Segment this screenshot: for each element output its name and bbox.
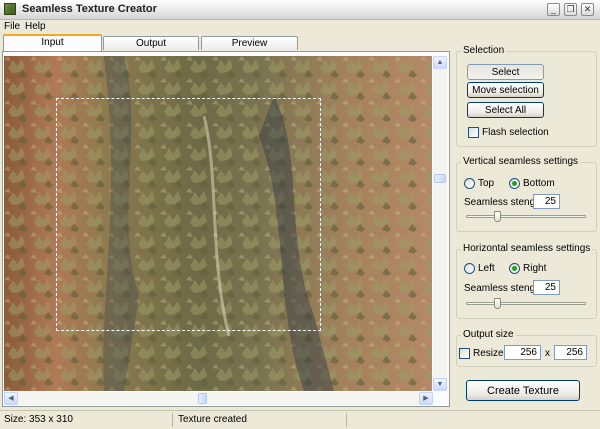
tab-output[interactable]: Output bbox=[103, 36, 199, 50]
horizontal-left-radio[interactable] bbox=[464, 263, 475, 274]
vertical-scrollbar[interactable]: ▲ ▼ bbox=[433, 56, 447, 391]
horizontal-right-label: Right bbox=[523, 263, 547, 274]
vertical-bottom-label: Bottom bbox=[523, 178, 555, 189]
vertical-slider-thumb[interactable] bbox=[494, 211, 502, 222]
times-label: x bbox=[545, 348, 550, 359]
menu-help[interactable]: Help bbox=[25, 21, 46, 32]
minimize-button[interactable]: _ bbox=[547, 3, 560, 16]
horizontal-settings-title: Horizontal seamless settings bbox=[461, 243, 593, 254]
status-separator bbox=[172, 413, 173, 427]
horizontal-scroll-thumb[interactable] bbox=[198, 393, 207, 404]
resize-checkbox[interactable] bbox=[459, 348, 470, 359]
tab-input[interactable]: Input bbox=[3, 34, 102, 51]
horizontal-strength-input[interactable]: 25 bbox=[533, 280, 560, 295]
flash-selection-label: Flash selection bbox=[482, 127, 549, 138]
status-size: Size: 353 x 310 bbox=[4, 414, 73, 425]
vertical-scroll-thumb[interactable] bbox=[434, 174, 446, 183]
create-texture-button[interactable]: Create Texture bbox=[466, 380, 580, 401]
vertical-strength-slider[interactable] bbox=[466, 215, 586, 218]
vertical-top-label: Top bbox=[478, 178, 495, 189]
vertical-settings-title: Vertical seamless settings bbox=[461, 156, 581, 167]
output-height-input[interactable]: 256 bbox=[554, 345, 587, 360]
resize-label: Resize: bbox=[473, 348, 507, 359]
selection-group-title: Selection bbox=[461, 45, 507, 56]
menu-file[interactable]: File bbox=[4, 21, 20, 32]
menu-bar: File Help bbox=[0, 20, 600, 34]
title-bar[interactable]: Seamless Texture Creator _ ❐ ✕ bbox=[0, 0, 600, 20]
select-all-button[interactable]: Select All bbox=[467, 102, 544, 118]
horizontal-left-label: Left bbox=[478, 263, 495, 274]
horizontal-strength-slider[interactable] bbox=[466, 302, 586, 305]
output-size-title: Output size bbox=[461, 329, 516, 340]
select-button[interactable]: Select bbox=[467, 64, 544, 80]
texture-image[interactable] bbox=[4, 56, 432, 391]
scroll-down-icon[interactable]: ▼ bbox=[433, 378, 447, 391]
scroll-left-icon[interactable]: ◀ bbox=[4, 392, 18, 405]
tab-preview[interactable]: Preview bbox=[201, 36, 298, 50]
status-bar: Size: 353 x 310 Texture created bbox=[0, 410, 600, 429]
app-icon bbox=[4, 3, 16, 15]
horizontal-slider-thumb[interactable] bbox=[494, 298, 502, 309]
move-selection-button[interactable]: Move selection bbox=[467, 82, 544, 98]
vertical-top-radio[interactable] bbox=[464, 178, 475, 189]
status-separator bbox=[346, 413, 347, 427]
horizontal-scrollbar[interactable]: ◀ ▶ bbox=[4, 392, 433, 405]
window-title: Seamless Texture Creator bbox=[22, 3, 157, 15]
vertical-bottom-radio[interactable] bbox=[509, 178, 520, 189]
maximize-button[interactable]: ❐ bbox=[564, 3, 577, 16]
status-message: Texture created bbox=[178, 414, 247, 425]
scroll-up-icon[interactable]: ▲ bbox=[433, 56, 447, 69]
horizontal-right-radio[interactable] bbox=[509, 263, 520, 274]
flash-selection-checkbox[interactable] bbox=[468, 127, 479, 138]
close-button[interactable]: ✕ bbox=[581, 3, 594, 16]
scroll-right-icon[interactable]: ▶ bbox=[419, 392, 433, 405]
selection-rectangle[interactable] bbox=[56, 98, 321, 331]
vertical-strength-input[interactable]: 25 bbox=[533, 194, 560, 209]
output-width-input[interactable]: 256 bbox=[504, 345, 541, 360]
